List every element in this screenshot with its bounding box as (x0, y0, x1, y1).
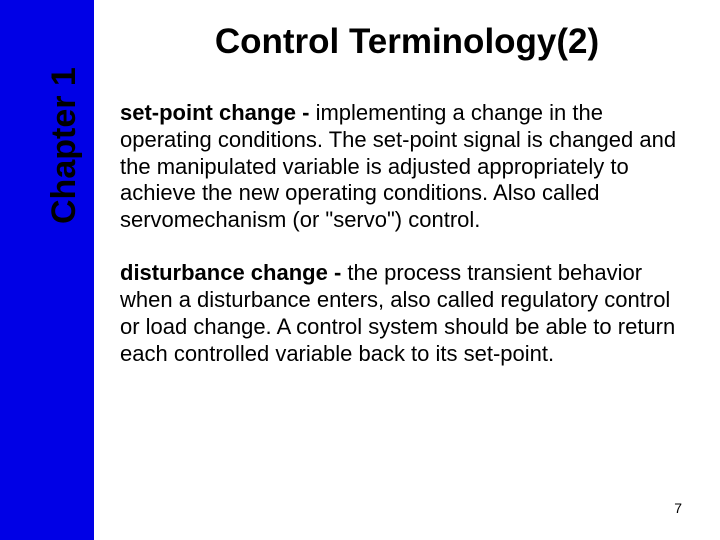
slide-body: set-point change - implementing a change… (120, 100, 680, 393)
paragraph-disturbance: disturbance change - the process transie… (120, 260, 680, 367)
paragraph-setpoint: set-point change - implementing a change… (120, 100, 680, 234)
term-disturbance: disturbance change - (120, 260, 347, 285)
slide-title: Control Terminology(2) (94, 22, 720, 62)
chapter-label: Chapter 1 (45, 67, 84, 224)
term-setpoint: set-point change - (120, 100, 316, 125)
slide: Chapter 1 Control Terminology(2) set-poi… (0, 0, 720, 540)
page-number: 7 (674, 500, 682, 516)
